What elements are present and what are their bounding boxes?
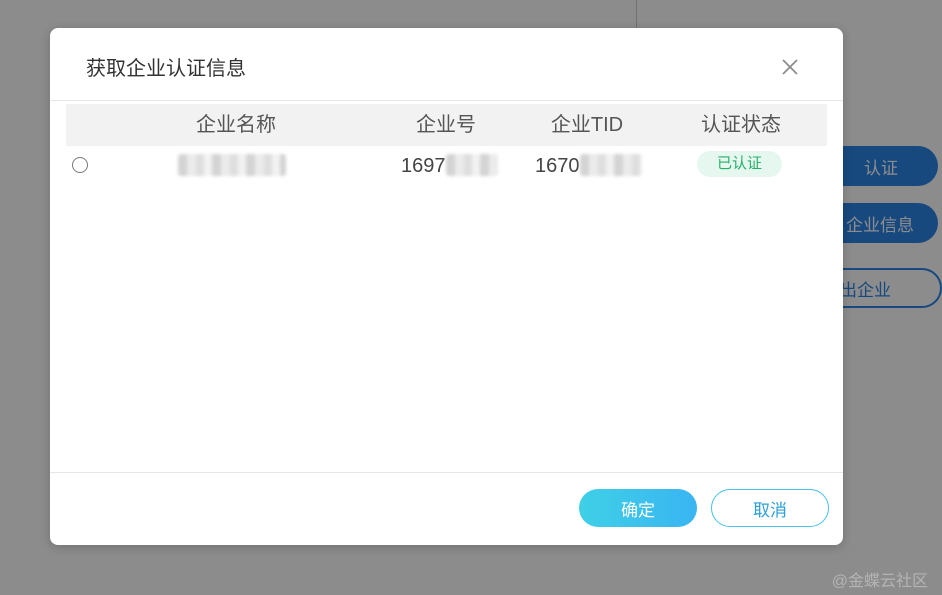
cell-company-name	[178, 146, 288, 186]
column-header-status: 认证状态	[701, 114, 781, 136]
watermark: @金蝶云社区	[831, 573, 928, 590]
redacted-blur	[178, 153, 286, 176]
footer-divider	[50, 472, 843, 473]
table-row[interactable]: 1697 1670 已认证	[66, 146, 827, 186]
status-badge: 已认证	[697, 151, 783, 177]
column-header-name: 企业名称	[196, 114, 276, 136]
dialog-title: 获取企业认证信息	[86, 58, 246, 80]
redacted-blur	[579, 153, 642, 176]
row-select-radio[interactable]	[72, 157, 88, 173]
enterprise-table: 企业名称 企业号 企业TID 认证状态 1697 1670 已认证	[66, 104, 827, 186]
enterprise-auth-dialog: 获取企业认证信息 企业名称 企业号 企业TID 认证状态 1697 1670 已…	[50, 28, 843, 545]
cell-company-number: 1697	[401, 146, 521, 186]
table-header: 企业名称 企业号 企业TID 认证状态	[66, 104, 827, 146]
redacted-blur	[445, 153, 498, 176]
header-divider	[50, 100, 843, 101]
close-icon[interactable]	[781, 58, 799, 76]
column-header-tid: 企业TID	[550, 114, 624, 136]
column-header-number: 企业号	[416, 114, 476, 136]
cancel-button[interactable]: 取消	[711, 489, 829, 527]
cell-company-tid: 1670	[535, 146, 665, 186]
confirm-button[interactable]: 确定	[579, 489, 697, 527]
